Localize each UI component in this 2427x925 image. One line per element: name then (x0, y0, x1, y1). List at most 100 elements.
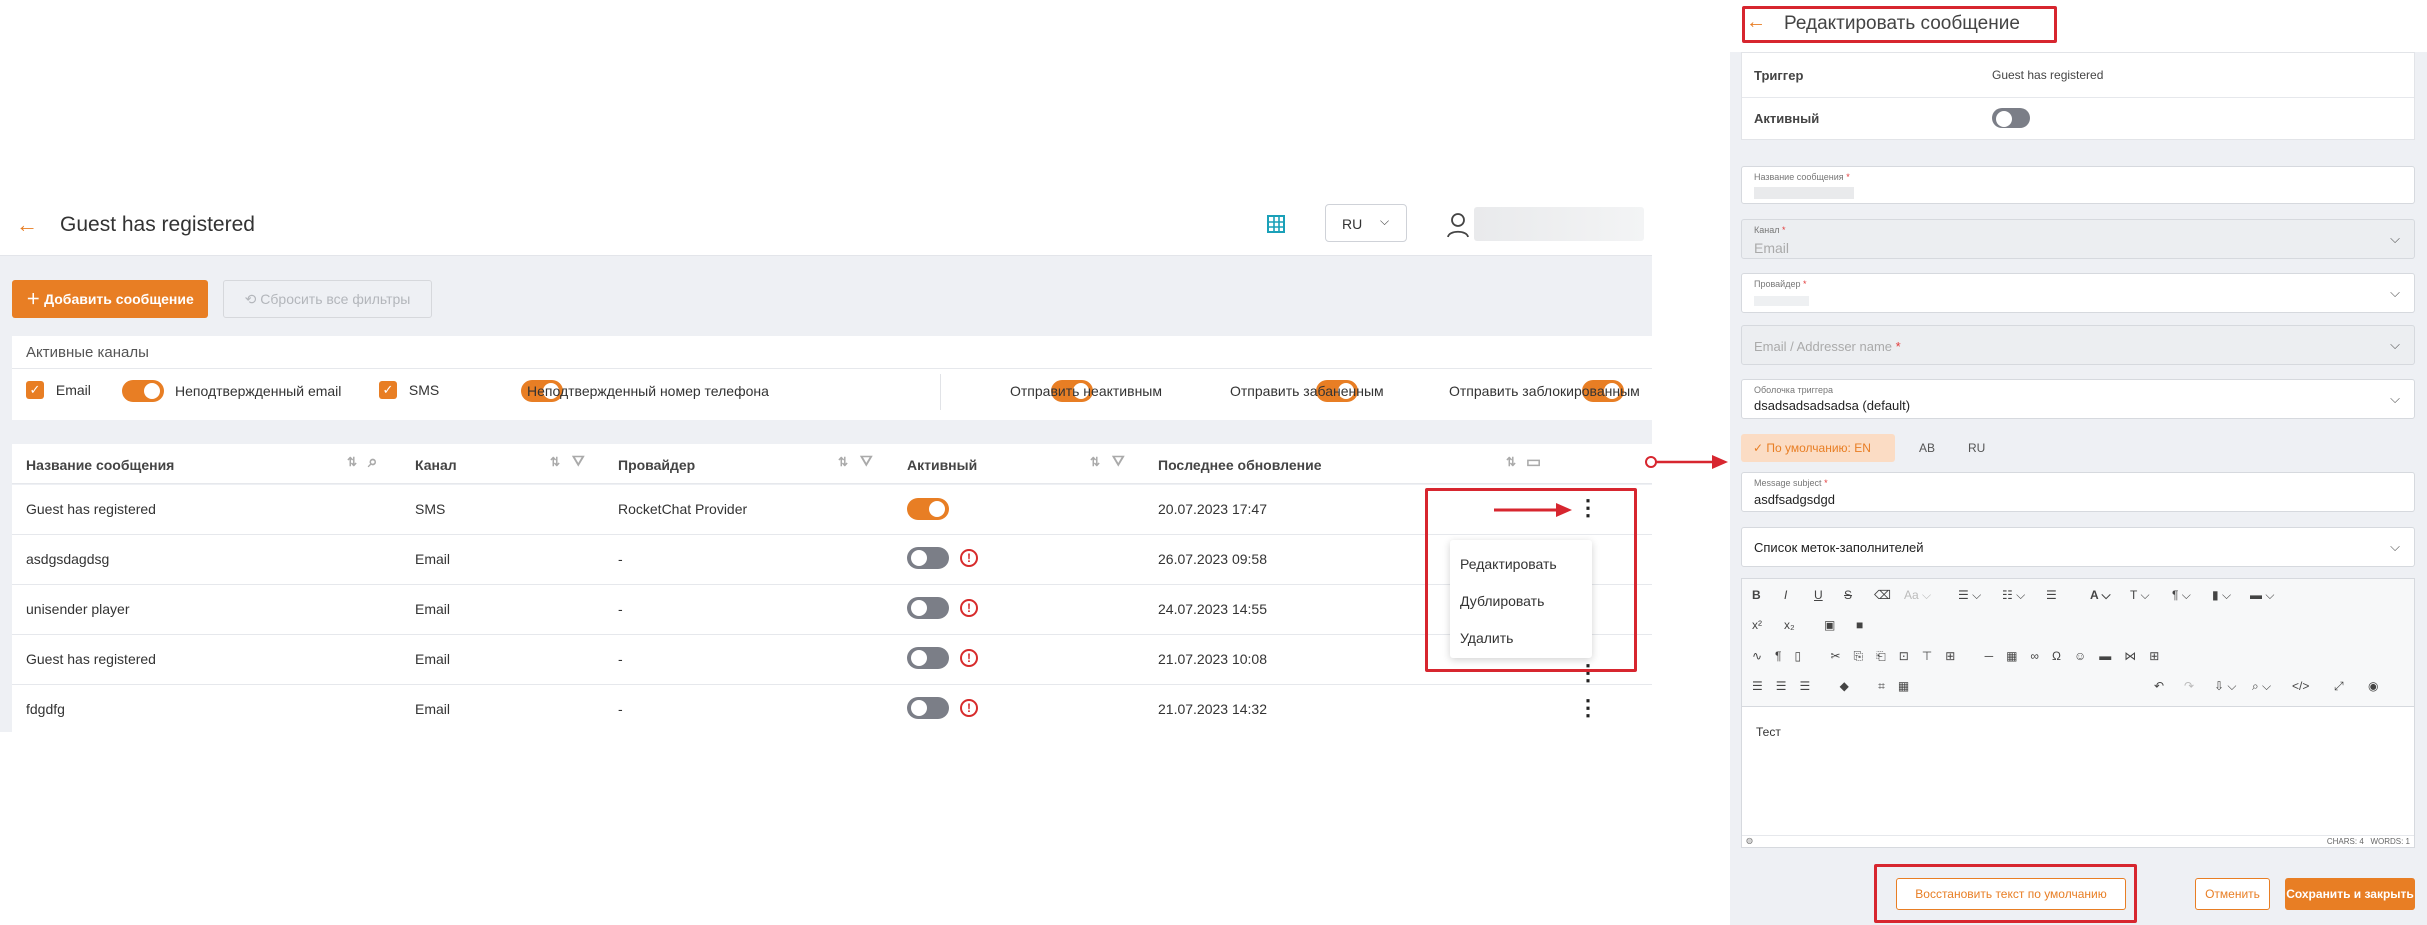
block-icon[interactable]: ▮ ⌵ (2212, 588, 2231, 603)
annotation-connector-icon (1645, 455, 1728, 469)
tab-ab[interactable]: AB (1919, 441, 1935, 455)
row-active-toggle[interactable] (907, 597, 949, 619)
unconfirmed-email-toggle[interactable] (122, 380, 164, 402)
paragraph-icon[interactable]: ¶ ⌵ (2172, 588, 2191, 603)
download-icon[interactable]: ⇩ ⌵ (2214, 679, 2237, 694)
active-channels-title: Активные каналы (26, 344, 149, 361)
annotation-box-restore (1874, 864, 2137, 923)
sort-icon[interactable]: ⇅ (1506, 455, 1516, 469)
editor-statusbar: ◍ CHARS: 4 WORDS: 1 (1742, 835, 2414, 847)
filter-icon[interactable]: ⛛ (1112, 453, 1125, 470)
add-message-button[interactable]: ＋ Добавить сообщение (12, 280, 208, 318)
underline-icon[interactable]: U (1814, 588, 1823, 602)
font-size-icon[interactable]: Aa ⌵ (1904, 588, 1931, 603)
chevron-down-icon: ⌵ (1380, 214, 1390, 228)
format-row4-icon[interactable]: ☰☰☰ ◆ ⌗▦ (1752, 679, 1922, 694)
row-provider: RocketChat Provider (618, 501, 748, 517)
row-active-toggle[interactable] (907, 498, 949, 520)
numbered-list-icon[interactable]: ☷ ⌵ (2002, 588, 2025, 603)
format-row3-icon[interactable]: ∿¶▯ ✂⎘⎗⊡⊤⊞ ─▦∞Ω☺▬⋈⊞ (1752, 649, 2172, 664)
check-icon: ✓ (1753, 441, 1767, 455)
video-icon[interactable]: ■ (1856, 618, 1863, 632)
row-channel: Email (415, 551, 451, 567)
eraser-icon[interactable]: ⌫ (1874, 588, 1891, 602)
column-active[interactable]: Активный (907, 457, 977, 473)
more-icon[interactable]: ⋮ (1577, 695, 1599, 721)
rich-text-editor: B I U S ⌫ Aa ⌵ ☰ ⌵ ☷ ⌵ ☰ A ⌵ T ⌵ ¶ ⌵ ▮ ⌵… (1741, 578, 2415, 848)
placeholders-select[interactable]: Список меток-заполнителей ⌵ (1741, 527, 2415, 567)
filter-icon[interactable]: ⛛ (572, 453, 585, 470)
italic-icon[interactable]: I (1784, 588, 1787, 602)
preview-icon[interactable]: ◉ (2368, 679, 2378, 693)
sms-checkbox[interactable]: ✓ (379, 381, 397, 400)
table-row[interactable]: Guest has registered Email - ! 21.07.202… (12, 635, 1652, 685)
warning-icon: ! (960, 699, 978, 717)
sort-icon[interactable]: ⇅ (347, 455, 357, 469)
checklist-icon[interactable]: ☰ (2046, 588, 2057, 602)
editor-content[interactable]: Тест (1742, 707, 2414, 835)
tab-default-label: По умолчанию: EN (1766, 441, 1871, 455)
superscript-icon[interactable]: x² (1752, 618, 1762, 632)
column-channel[interactable]: Канал (415, 457, 457, 473)
unconfirmed-phone-label: Неподтвержденный номер телефона (527, 383, 769, 399)
resize-handle-icon[interactable]: ◍ (1746, 836, 1753, 845)
sort-icon[interactable]: ⇅ (1090, 455, 1100, 469)
placeholders-label: Список меток-заполнителей (1754, 540, 1924, 555)
save-and-close-button[interactable]: Сохранить и закрыть (2285, 878, 2415, 910)
redo-icon[interactable]: ↷ (2184, 679, 2194, 693)
language-select[interactable]: RU ⌵ (1325, 204, 1407, 242)
tab-ru[interactable]: RU (1968, 441, 1985, 455)
email-checkbox[interactable]: ✓ (26, 381, 44, 400)
channel-label: Канал (1754, 225, 1780, 235)
column-name[interactable]: Название сообщения (26, 457, 174, 473)
active-toggle[interactable] (1992, 108, 2030, 128)
provider-select[interactable]: Провайдер * ⌵ (1741, 273, 2415, 313)
undo-icon[interactable]: ↶ (2154, 679, 2164, 693)
table-row[interactable]: fdgdfg Email - ! 21.07.2023 14:32 ⋮ (12, 685, 1652, 735)
table-row[interactable]: asdgsdagdsg Email - ! 26.07.2023 09:58 (12, 535, 1652, 585)
text-color-icon[interactable]: A ⌵ (2090, 588, 2111, 603)
table-row[interactable]: Guest has registered SMS RocketChat Prov… (12, 485, 1652, 535)
source-code-icon[interactable]: </> (2292, 679, 2309, 693)
table-row[interactable]: unisender player Email - ! 24.07.2023 14… (12, 585, 1652, 635)
row-updated: 21.07.2023 10:08 (1158, 651, 1267, 667)
image-icon[interactable]: ▣ (1824, 618, 1835, 632)
message-name-field[interactable]: Название сообщения * (1741, 166, 2415, 204)
trigger-value: Guest has registered (1992, 68, 2104, 82)
table-icon[interactable]: ▬ ⌵ (2250, 588, 2274, 603)
text-style-icon[interactable]: T ⌵ (2130, 588, 2150, 603)
provider-blurred (1754, 296, 1809, 306)
sort-icon[interactable]: ⇅ (838, 455, 848, 469)
subject-value: asdfsadgsdgd (1754, 492, 1835, 507)
cancel-button[interactable]: Отменить (2195, 878, 2270, 910)
row-active-toggle[interactable] (907, 697, 949, 719)
tab-default-en[interactable]: ✓ По умолчанию: EN (1741, 434, 1895, 462)
row-updated: 21.07.2023 14:32 (1158, 701, 1267, 717)
column-provider[interactable]: Провайдер (618, 457, 695, 473)
row-active-toggle[interactable] (907, 547, 949, 569)
strikethrough-icon[interactable]: S (1844, 588, 1852, 602)
back-arrow-icon[interactable]: ← (16, 212, 38, 238)
trigger-label: Триггер (1754, 68, 1804, 83)
bold-icon[interactable]: B (1752, 588, 1761, 602)
addresser-field: Email / Addresser name * ⌵ (1741, 325, 2415, 365)
column-updated[interactable]: Последнее обновление (1158, 457, 1322, 473)
building-icon[interactable] (1265, 213, 1287, 235)
user-icon[interactable] (1446, 212, 1470, 238)
sort-icon[interactable]: ⇅ (550, 455, 560, 469)
annotation-box-title (1742, 6, 2057, 43)
message-subject-field[interactable]: Message subject * asdfsadgsdgd (1741, 472, 2415, 512)
subscript-icon[interactable]: x₂ (1784, 618, 1795, 632)
reset-filters-button[interactable]: ⟲ Сбросить все фильтры (223, 280, 432, 318)
chevron-down-icon: ⌵ (2390, 285, 2400, 300)
trigger-shell-select[interactable]: Оболочка триггера dsadsadsadsadsa (defau… (1741, 379, 2415, 419)
row-name: fdgdfg (26, 701, 65, 717)
filter-icon[interactable]: ⛛ (860, 453, 873, 470)
calendar-icon[interactable]: ▭ (1526, 452, 1541, 472)
find-icon[interactable]: ⌕ ⌵ (2252, 679, 2271, 694)
bullet-list-icon[interactable]: ☰ ⌵ (1958, 588, 1981, 603)
chevron-down-icon: ⌵ (2390, 539, 2400, 554)
row-active-toggle[interactable] (907, 647, 949, 669)
search-icon[interactable]: ⌕ (368, 452, 378, 472)
fullscreen-icon[interactable]: ⤢ (2334, 679, 2344, 694)
